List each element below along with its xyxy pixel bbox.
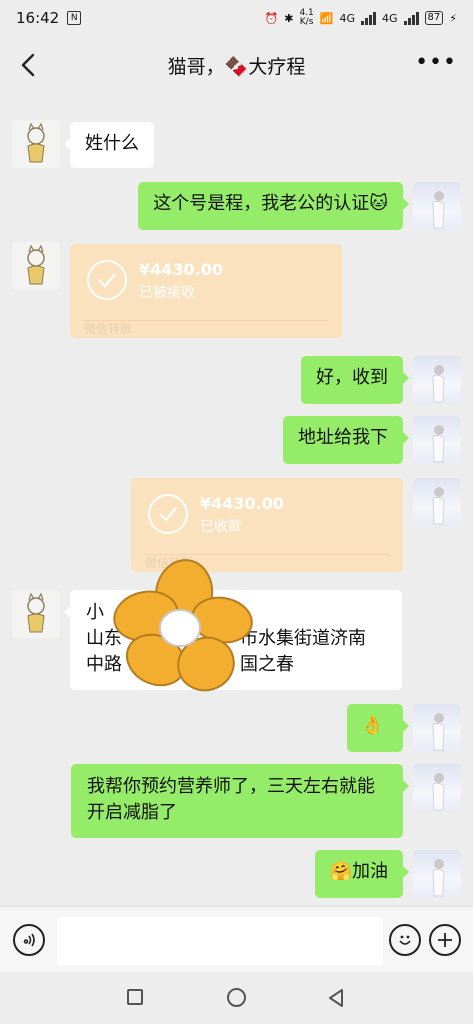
avatar-cat[interactable] (12, 120, 60, 168)
avatar-me[interactable] (413, 478, 461, 526)
transfer-amount: ¥4430.00 (200, 494, 285, 513)
more-icon[interactable]: ••• (415, 50, 457, 75)
message-bubble[interactable]: 我帮你预约营养师了，三天左右就能开启减脂了 (71, 764, 409, 838)
voice-icon[interactable] (13, 924, 45, 956)
transfer-amount: ¥4430.00 (139, 260, 224, 279)
avatar-me[interactable] (413, 704, 461, 752)
avatar-cat[interactable] (12, 242, 60, 290)
battery-icon: 87 (424, 11, 444, 25)
chat-list[interactable]: 姓什么 这个号是程，我老公的认证🐱 ¥4430.00 已被接收 微信转账 好，收… (0, 94, 473, 906)
avatar-cat[interactable] (12, 590, 60, 638)
transfer-card[interactable]: ¥4430.00 已被接收 微信转账 (70, 244, 342, 338)
message-bubble[interactable]: 好，收到 (301, 356, 409, 404)
transfer-status: 已收款 (200, 519, 242, 535)
check-icon (87, 260, 127, 300)
message-bubble[interactable]: 这个号是程，我老公的认证🐱 (138, 182, 409, 230)
bluetooth-icon: ✱ (284, 11, 294, 25)
recent-apps-icon[interactable] (127, 989, 143, 1005)
message-input[interactable] (57, 917, 383, 965)
message-bubble[interactable]: 地址给我下 (283, 416, 409, 464)
sim1-label: 4G (339, 11, 355, 25)
message-bubble[interactable]: 🤗加油 (314, 850, 410, 898)
message-bubble[interactable]: 👌 (347, 704, 409, 752)
back-nav-icon[interactable] (326, 988, 346, 1008)
status-bar: 16:42 N ⏰ ✱ 4.1 K/s 📶 4G 4G 87 ⚡ (0, 0, 473, 36)
status-time: 16:42 (16, 9, 60, 27)
alarm-icon: ⏰ (264, 11, 279, 25)
charging-icon: ⚡ (449, 11, 457, 25)
chat-header: 猫哥，🍫大疗程 ••• (0, 36, 473, 94)
chat-title: 猫哥，🍫大疗程 (167, 55, 306, 78)
network-speed: 4.1 K/s (299, 8, 314, 27)
system-nav-bar (0, 972, 473, 1024)
signal-icon-2 (403, 11, 419, 25)
sim2-label: 4G (382, 11, 398, 25)
transfer-status: 已被接收 (139, 285, 195, 301)
transfer-source: 微信转账 (84, 322, 133, 336)
add-icon[interactable] (429, 924, 461, 956)
home-icon[interactable] (227, 988, 246, 1007)
nfc-icon: N (67, 11, 82, 25)
message-bubble[interactable]: 姓什么 (64, 122, 154, 168)
avatar-me[interactable] (413, 416, 461, 464)
input-bar (0, 906, 473, 973)
check-icon (148, 494, 188, 534)
flower-sticker (113, 559, 253, 692)
emoji-icon[interactable] (389, 924, 421, 956)
back-arrow-icon[interactable] (14, 50, 44, 80)
wifi-icon: 📶 (319, 11, 334, 25)
avatar-me[interactable] (413, 764, 461, 812)
avatar-me[interactable] (413, 850, 461, 898)
signal-icon (361, 11, 376, 25)
avatar-me[interactable] (413, 356, 461, 404)
avatar-me[interactable] (413, 182, 461, 230)
